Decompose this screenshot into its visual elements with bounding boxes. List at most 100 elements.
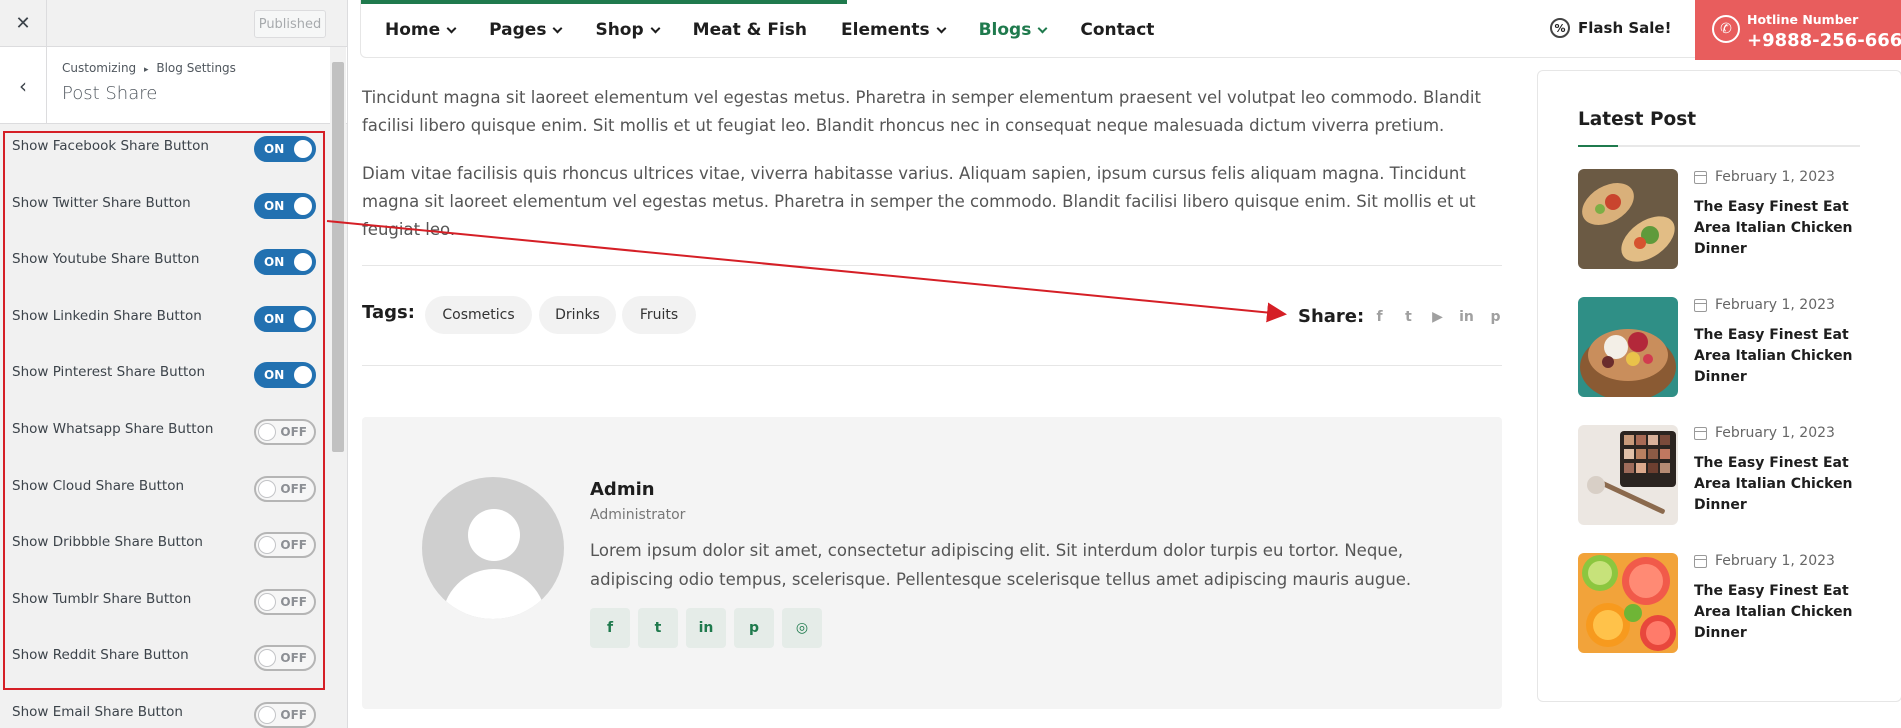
tag-fruits[interactable]: Fruits	[622, 296, 696, 334]
author-bio: Lorem ipsum dolor sit amet, consectetur …	[590, 541, 1412, 589]
toggle-row-dribbble: Show Dribbble Share Button OFF	[0, 521, 330, 578]
facebook-icon[interactable]: f	[1370, 309, 1389, 325]
post-date-text: February 1, 2023	[1715, 553, 1835, 569]
author-role: Administrator	[590, 507, 686, 523]
toggle-row-pinterest: Show Pinterest Share Button ON	[0, 351, 330, 408]
section-header: ‹ Customizing ▸ Blog Settings Post Share	[0, 47, 347, 124]
latest-post-item[interactable]: February 1, 2023 The Easy Finest Eat Are…	[1578, 553, 1878, 653]
post-thumbnail[interactable]	[1578, 425, 1678, 525]
breadcrumb-separator: ▸	[144, 65, 149, 75]
post-date: February 1, 2023	[1694, 425, 1835, 441]
chevron-down-icon	[1037, 23, 1048, 33]
twitter-icon[interactable]: t	[1399, 309, 1418, 325]
linkedin-share-toggle[interactable]: ON	[254, 305, 316, 332]
toggle-row-tumblr: Show Tumblr Share Button OFF	[0, 578, 330, 635]
post-date: February 1, 2023	[1694, 297, 1835, 313]
close-icon[interactable]: ✕	[0, 0, 47, 47]
customizer-header-bar: ✕ Published	[0, 0, 347, 47]
toggle-knob	[258, 422, 276, 441]
post-date-text: February 1, 2023	[1715, 297, 1835, 313]
nav-item-blogs[interactable]: Blogs	[978, 20, 1048, 40]
flash-sale-link[interactable]: % Flash Sale!	[1550, 18, 1671, 38]
share-label: Share:	[1298, 306, 1365, 327]
nav-label: Elements	[841, 20, 930, 40]
toggle-knob	[294, 309, 312, 328]
youtube-share-toggle[interactable]: ON	[254, 249, 316, 276]
pinterest-share-toggle[interactable]: ON	[254, 362, 316, 389]
toggle-label: Show Facebook Share Button	[12, 138, 209, 154]
calendar-icon	[1694, 170, 1707, 184]
reddit-share-toggle[interactable]: OFF	[254, 645, 316, 672]
avatar	[422, 477, 564, 619]
chevron-down-icon	[446, 23, 457, 33]
toggle-label: Show Reddit Share Button	[12, 647, 189, 664]
toggle-label: Show Whatsapp Share Button	[12, 420, 214, 437]
toggle-row-facebook: Show Facebook Share Button ON	[0, 125, 330, 182]
widget-title-underline	[1578, 145, 1860, 147]
toggle-knob	[258, 479, 276, 498]
toggle-label: Show Youtube Share Button	[12, 251, 200, 268]
toggle-knob	[258, 536, 276, 555]
nav-item-elements[interactable]: Elements	[841, 20, 947, 40]
post-title[interactable]: The Easy Finest Eat Area Italian Chicken…	[1694, 453, 1864, 516]
post-title[interactable]: The Easy Finest Eat Area Italian Chicken…	[1694, 197, 1864, 260]
hotline-box[interactable]: ✆ Hotline Number +9888-256-666	[1695, 0, 1901, 60]
twitter-icon[interactable]: t	[638, 608, 678, 648]
breadcrumb: Customizing ▸ Blog Settings	[62, 61, 236, 75]
pinterest-icon[interactable]: p	[734, 608, 774, 648]
post-thumbnail[interactable]	[1578, 297, 1678, 397]
pinterest-icon[interactable]: p	[1486, 309, 1505, 325]
twitter-share-toggle[interactable]: ON	[254, 192, 316, 219]
dribbble-share-toggle[interactable]: OFF	[254, 532, 316, 559]
toggle-row-whatsapp: Show Whatsapp Share Button OFF	[0, 408, 330, 465]
nav-label: Pages	[489, 20, 547, 40]
nav-item-contact[interactable]: Contact	[1080, 20, 1154, 40]
chevron-down-icon	[553, 23, 563, 33]
cloud-share-toggle[interactable]: OFF	[254, 475, 316, 502]
linkedin-icon[interactable]: in	[1457, 309, 1476, 325]
toggle-knob	[258, 705, 276, 724]
breadcrumb-section: Blog Settings	[156, 61, 236, 75]
nav-item-meat-fish[interactable]: Meat & Fish	[693, 20, 807, 40]
post-title[interactable]: The Easy Finest Eat Area Italian Chicken…	[1694, 325, 1864, 388]
tag-drinks[interactable]: Drinks	[539, 296, 616, 334]
email-share-toggle[interactable]: OFF	[254, 701, 316, 728]
post-title[interactable]: The Easy Finest Eat Area Italian Chicken…	[1694, 581, 1864, 644]
tumblr-share-toggle[interactable]: OFF	[254, 588, 316, 615]
tag-cosmetics[interactable]: Cosmetics	[425, 296, 532, 334]
youtube-icon[interactable]: ▶	[1428, 309, 1447, 325]
author-box: Admin Administrator Lorem ipsum dolor si…	[362, 417, 1502, 709]
nav-label: Blogs	[978, 20, 1032, 40]
author-name: Admin	[590, 479, 655, 500]
post-thumbnail[interactable]	[1578, 553, 1678, 653]
latest-post-item[interactable]: February 1, 2023 The Easy Finest Eat Are…	[1578, 297, 1878, 397]
post-thumbnail[interactable]	[1578, 169, 1678, 269]
toggle-state: OFF	[280, 651, 307, 666]
nav-item-pages[interactable]: Pages	[489, 20, 563, 40]
nav-item-home[interactable]: Home	[385, 20, 457, 40]
toggle-state: OFF	[280, 707, 307, 722]
divider	[362, 265, 1502, 266]
facebook-icon[interactable]: f	[590, 608, 630, 648]
section-title: Post Share	[62, 83, 158, 104]
wrap-food-image	[1578, 169, 1678, 269]
facebook-share-toggle[interactable]: ON	[254, 136, 316, 162]
toggle-label: Show Tumblr Share Button	[12, 590, 192, 607]
nav-accent-bar	[361, 0, 847, 4]
citrus-fruits-image	[1578, 553, 1678, 653]
chevron-left-icon[interactable]: ‹	[0, 47, 47, 124]
latest-post-item[interactable]: February 1, 2023 The Easy Finest Eat Are…	[1578, 425, 1878, 525]
calendar-icon	[1694, 298, 1707, 312]
whatsapp-share-toggle[interactable]: OFF	[254, 418, 316, 445]
toggle-state: ON	[264, 198, 285, 213]
published-button[interactable]: Published	[254, 10, 326, 38]
scrollbar-thumb[interactable]	[332, 62, 344, 452]
toggle-row-twitter: Show Twitter Share Button ON	[0, 182, 330, 239]
linkedin-icon[interactable]: in	[686, 608, 726, 648]
post-date: February 1, 2023	[1694, 169, 1835, 185]
instagram-icon[interactable]: ◎	[782, 608, 822, 648]
post-date-text: February 1, 2023	[1715, 169, 1835, 185]
latest-post-item[interactable]: February 1, 2023 The Easy Finest Eat Are…	[1578, 169, 1878, 269]
nav-item-shop[interactable]: Shop	[595, 20, 661, 40]
toggle-label: Show Email Share Button	[12, 703, 183, 720]
